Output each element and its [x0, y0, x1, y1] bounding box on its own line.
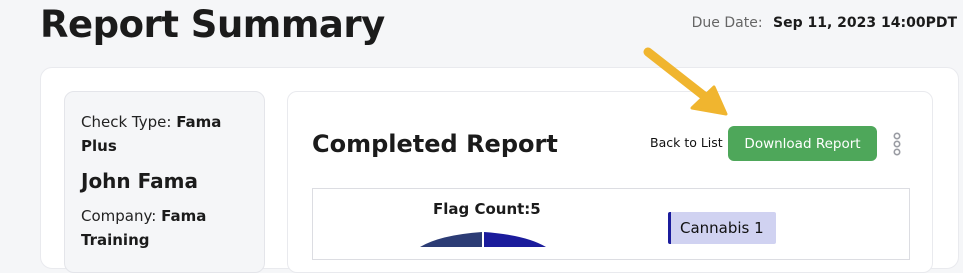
arrow-pointer-icon — [643, 47, 728, 116]
person-name: John Fama — [81, 169, 198, 193]
chart-title: Flag Count:5 — [433, 200, 541, 218]
company: Company: Fama Training — [81, 204, 256, 252]
due-date-label: Due Date: — [691, 15, 763, 31]
back-to-list-link[interactable]: Back to List — [650, 135, 723, 150]
pie-slice-2 — [484, 232, 546, 247]
report-title: Completed Report — [312, 130, 558, 158]
flag-pie-chart — [420, 232, 546, 247]
pie-slice-1 — [420, 232, 482, 247]
legend-item-cannabis[interactable]: Cannabis 1 — [668, 212, 776, 244]
candidate-info-card: Check Type: Fama Plus John Fama Company:… — [64, 91, 265, 273]
check-type-label: Check Type: — [81, 113, 177, 131]
download-report-button[interactable]: Download Report — [728, 126, 877, 161]
flag-chart-panel — [312, 188, 910, 260]
due-date-value: Sep 11, 2023 14:00PDT — [773, 15, 957, 31]
check-type: Check Type: Fama Plus — [81, 110, 256, 158]
due-date: Due Date: Sep 11, 2023 14:00PDT — [692, 15, 957, 31]
company-label: Company: — [81, 207, 162, 225]
more-vertical-icon[interactable] — [890, 132, 904, 156]
page-title: Report Summary — [40, 3, 385, 46]
